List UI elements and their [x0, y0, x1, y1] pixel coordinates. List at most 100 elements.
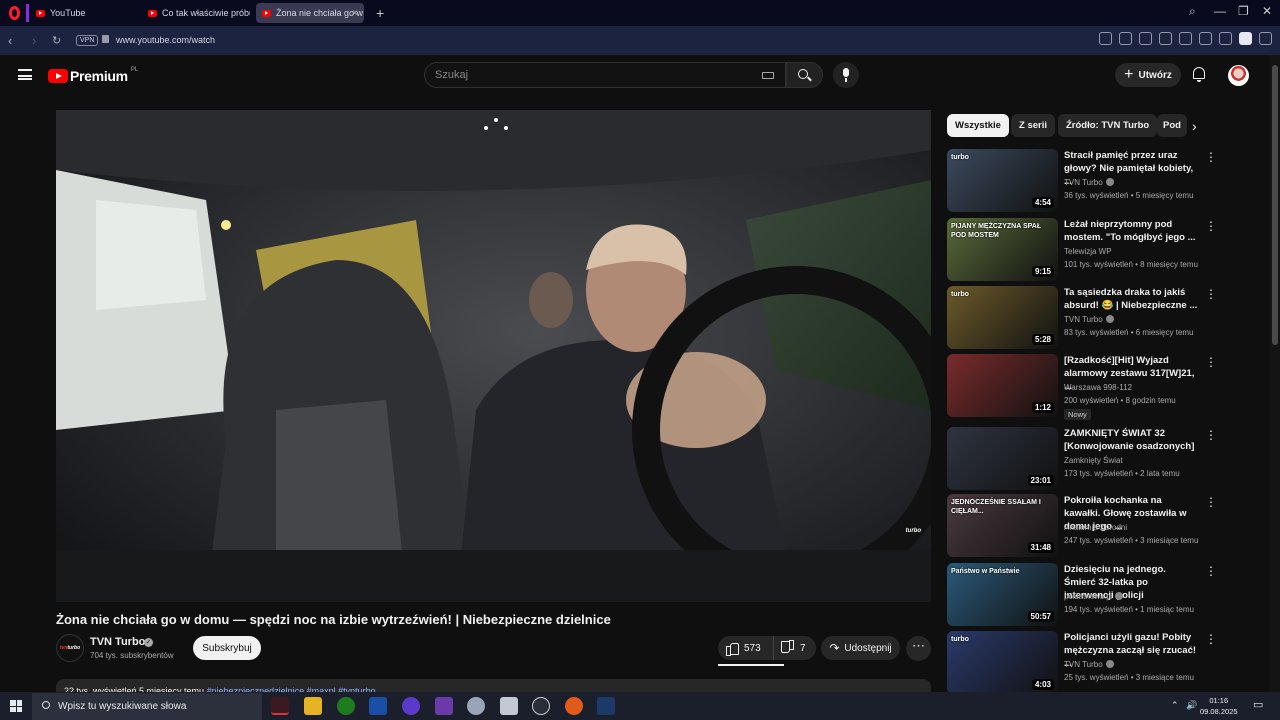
recommendation-channel[interactable]: TVN Turbo [1064, 315, 1114, 324]
scrollbar-thumb[interactable] [1272, 65, 1278, 345]
browser-tab-youtube[interactable]: YouTube [30, 3, 138, 23]
recommendation-thumbnail[interactable]: turbo 4:03 [947, 631, 1058, 694]
back-icon[interactable]: ‹ [8, 33, 12, 48]
browser-tab-co-tak[interactable]: Co tak właściwie próbuje [142, 3, 250, 23]
search-input[interactable] [425, 63, 725, 87]
recommendation-item[interactable]: Państwo w Państwie 50:57 Dziesięciu na j… [947, 563, 1217, 627]
kebab-menu-icon[interactable]: ⋮ [1205, 355, 1217, 369]
opera-logo-icon[interactable] [4, 3, 24, 23]
search-box[interactable] [424, 62, 786, 88]
lock-icon[interactable] [102, 35, 109, 43]
search-button[interactable] [786, 62, 823, 88]
maximize-icon[interactable]: ❐ [1238, 4, 1249, 18]
recommendation-channel[interactable]: Zamknięty Świat [1064, 456, 1123, 465]
vpn-badge[interactable]: VPN [76, 35, 99, 46]
volume-icon[interactable]: 🔊 [1186, 700, 1197, 711]
kebab-menu-icon[interactable]: ⋮ [1205, 564, 1217, 578]
recommendation-thumbnail[interactable]: Państwo w Państwie 50:57 [947, 563, 1058, 626]
kebab-menu-icon[interactable]: ⋮ [1205, 632, 1217, 646]
recommendation-channel[interactable]: Warszawa 998-112 [1064, 383, 1132, 392]
recommendation-item[interactable]: 1:12 [Rzadkość][Hit] Wyjazd alarmowy zes… [947, 354, 1217, 420]
chip-z-serii[interactable]: Z serii [1011, 114, 1055, 137]
create-button[interactable]: + Utwórz [1115, 63, 1181, 87]
kebab-menu-icon[interactable]: ⋮ [1205, 219, 1217, 233]
menu-icon[interactable] [1219, 32, 1232, 45]
forward-icon[interactable]: › [32, 33, 36, 48]
profile-avatar-icon[interactable] [1239, 32, 1252, 45]
browser-tab-active[interactable]: Żona nie chciała go w × [256, 3, 364, 23]
youtube-premium-logo[interactable]: Premium PL [48, 67, 138, 84]
recommendation-thumbnail[interactable]: turbo 5:28 [947, 286, 1058, 349]
recommendation-thumbnail[interactable]: 1:12 [947, 354, 1058, 417]
taskbar-steam-icon[interactable] [597, 697, 615, 715]
minimize-icon[interactable]: — [1214, 4, 1226, 18]
subscribe-button[interactable]: Subskrybuj [193, 636, 261, 660]
taskbar-search[interactable]: Wpisz tu wyszukiwane słowa [32, 693, 262, 720]
taskbar-obs-icon[interactable] [532, 697, 550, 715]
system-clock[interactable]: 01:16 09.08.2025 [1200, 695, 1238, 717]
recommendation-item[interactable]: PIJANY MĘŻCZYZNA SPAŁ POD MOSTEM 9:15 Le… [947, 218, 1217, 282]
page-scrollbar[interactable] [1270, 55, 1280, 692]
recommendation-item[interactable]: JEDNOCZEŚNIE SSAŁAM I CIĘŁAM... 31:48 Po… [947, 494, 1217, 558]
keyboard-icon[interactable] [762, 72, 774, 79]
more-actions-button[interactable]: ⋯ [906, 636, 931, 661]
search-tabs-icon[interactable]: ⌕ [1189, 4, 1196, 19]
chevron-right-icon[interactable]: › [1192, 118, 1197, 134]
channel-name[interactable]: TVN Turbo [90, 636, 145, 648]
shield-icon[interactable] [1139, 32, 1152, 45]
hamburger-menu-icon[interactable] [18, 69, 32, 80]
share-button[interactable]: ↷ Udostępnij [821, 636, 900, 660]
notifications-bell-icon[interactable] [1193, 67, 1205, 82]
recommendation-thumbnail[interactable]: PIJANY MĘŻCZYZNA SPAŁ POD MOSTEM 9:15 [947, 218, 1058, 281]
taskbar-visual-studio-icon[interactable] [435, 697, 453, 715]
recommendation-channel[interactable]: polsatnews.pl [1064, 592, 1124, 601]
recommendation-title[interactable]: Leżał nieprzytomny pod mostem. "To mógłb… [1064, 218, 1199, 244]
recommendation-item[interactable]: turbo 4:03 Policjanci użyli gazu! Pobity… [947, 631, 1217, 695]
tab-close-icon[interactable]: × [352, 8, 358, 19]
recommendation-channel[interactable]: Anatomia Zbrodni [1064, 523, 1127, 532]
kebab-menu-icon[interactable]: ⋮ [1205, 150, 1217, 164]
taskbar-xbox-icon[interactable] [337, 697, 355, 715]
chip-wszystkie[interactable]: Wszystkie [947, 114, 1009, 137]
recommendation-channel[interactable]: TVN Turbo [1064, 178, 1114, 187]
new-tab-button[interactable]: + [376, 6, 384, 20]
camera-icon[interactable] [1119, 32, 1132, 45]
chip-pod[interactable]: Pod [1157, 114, 1187, 137]
edit-icon[interactable] [1099, 32, 1112, 45]
kebab-menu-icon[interactable]: ⋮ [1205, 495, 1217, 509]
taskbar-app-icon[interactable] [402, 697, 420, 715]
recommendation-item[interactable]: 23:01 ZAMKNIĘTY ŚWIAT 32 [Konwojowanie o… [947, 427, 1217, 491]
url-field[interactable]: www.youtube.com/watch [116, 35, 215, 45]
recommendation-thumbnail[interactable]: JEDNOCZEŚNIE SSAŁAM I CIĘŁAM... 31:48 [947, 494, 1058, 557]
channel-avatar[interactable]: tvn turbo [56, 634, 84, 662]
recommendation-item[interactable]: turbo 5:28 Ta sąsiedzka draka to jakiś a… [947, 286, 1217, 350]
close-window-icon[interactable]: ✕ [1262, 4, 1272, 18]
recommendation-title[interactable]: ZAMKNIĘTY ŚWIAT 32 [Konwojowanie osadzon… [1064, 427, 1199, 453]
recommendation-thumbnail[interactable]: turbo 4:54 [947, 149, 1058, 212]
heart-icon[interactable] [1179, 32, 1192, 45]
video-player[interactable]: turbo [56, 110, 931, 602]
kebab-menu-icon[interactable]: ⋮ [1205, 287, 1217, 301]
download-icon[interactable] [1199, 32, 1212, 45]
taskbar-notepad-icon[interactable] [500, 697, 518, 715]
dislike-button[interactable]: 7 [774, 642, 806, 654]
recommendation-thumbnail[interactable]: 23:01 [947, 427, 1058, 490]
kebab-menu-icon[interactable]: ⋮ [1205, 428, 1217, 442]
windows-start-icon[interactable] [10, 700, 22, 712]
taskbar-chatgpt-icon[interactable] [467, 697, 485, 715]
user-avatar[interactable] [1228, 65, 1249, 86]
recommendation-channel[interactable]: TVN Turbo [1064, 660, 1114, 669]
recommendation-item[interactable]: turbo 4:54 Stracił pamięć przez uraz gło… [947, 149, 1217, 213]
recommendation-title[interactable]: Ta sąsiedzka draka to jakiś absurd! 😂 | … [1064, 286, 1199, 312]
taskbar-explorer-icon[interactable] [304, 697, 322, 715]
reload-icon[interactable]: ↻ [52, 34, 61, 47]
taskbar-blender-icon[interactable] [565, 697, 583, 715]
notifications-icon[interactable]: ▭ [1253, 698, 1263, 711]
cube-icon[interactable] [1259, 32, 1272, 45]
recommendation-channel[interactable]: Telewizja WP [1064, 247, 1112, 256]
voice-search-button[interactable] [833, 62, 859, 88]
like-button[interactable]: 573 [718, 636, 774, 660]
chip-source[interactable]: Źródło: TVN Turbo [1058, 114, 1158, 137]
send-icon[interactable] [1159, 32, 1172, 45]
tray-chevron-icon[interactable]: ⌃ [1171, 700, 1179, 711]
